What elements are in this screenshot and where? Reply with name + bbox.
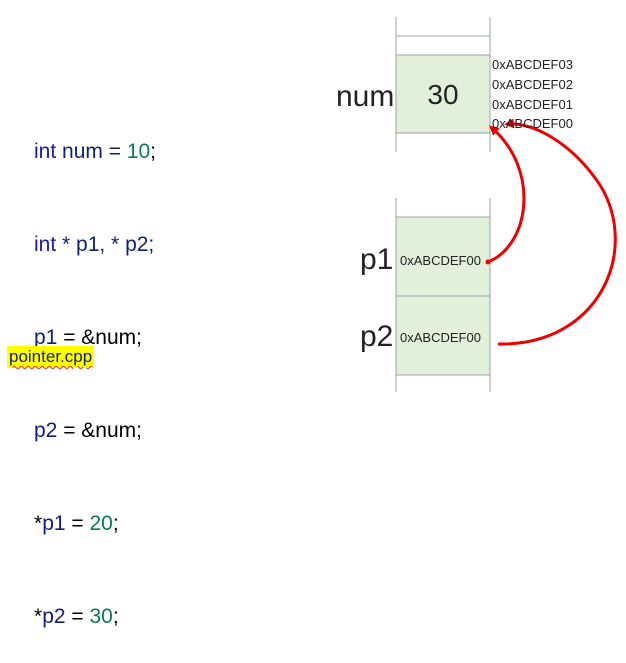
code-identifier: p2	[42, 605, 66, 628]
num-label: num	[336, 80, 395, 113]
code-punct: ;	[112, 605, 119, 628]
code-number: 30	[89, 605, 113, 628]
p1-pointer-arrow	[487, 125, 526, 264]
address-label: 0xABCDEF01	[492, 97, 573, 112]
address-label: 0xABCDEF00	[492, 116, 573, 131]
p2-label: p2	[360, 320, 394, 353]
p1-label: p1	[360, 243, 394, 276]
p1-arrow-origin	[485, 259, 491, 265]
code-line-6: *p2 = 30;	[34, 601, 156, 632]
num-value: 30	[427, 79, 459, 110]
code-line-5: *p1 = 20;	[34, 508, 156, 539]
code-text: = &num;	[57, 419, 142, 442]
p1-value: 0xABCDEF00	[400, 253, 481, 268]
code-punct: ;	[112, 512, 119, 535]
address-label: 0xABCDEF03	[492, 57, 573, 72]
code-text: =	[65, 512, 90, 535]
code-text: =	[65, 605, 90, 628]
code-identifier: p1	[42, 512, 66, 535]
address-label: 0xABCDEF02	[492, 77, 573, 92]
p2-value: 0xABCDEF00	[400, 330, 481, 345]
code-identifier: p2	[34, 419, 58, 442]
code-deref: *	[34, 512, 43, 535]
code-number: 20	[89, 512, 113, 535]
code-deref: *	[34, 605, 43, 628]
code-line-4: p2 = &num;	[34, 415, 156, 446]
